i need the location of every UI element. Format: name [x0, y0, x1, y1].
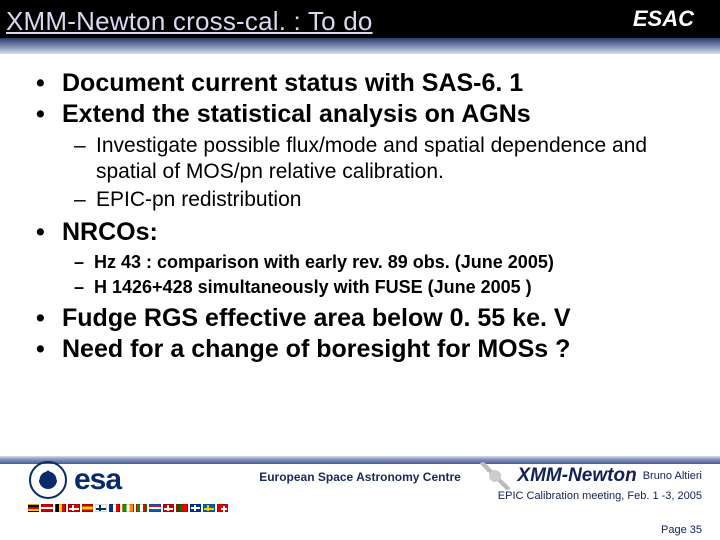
flag-icon [136, 504, 147, 512]
flag-icon [149, 504, 160, 512]
subbullet-hz43: Hz 43 : comparison with early rev. 89 ob… [74, 251, 694, 274]
bullet-boresight: Need for a change of boresight for MOSs … [36, 334, 694, 365]
flag-icon [217, 504, 228, 512]
mission-block: XMM-Newton Bruno Altieri EPIC Calibratio… [479, 462, 702, 502]
flag-icon [41, 504, 52, 512]
satellite-icon [479, 462, 511, 490]
flag-icon [109, 504, 120, 512]
flag-icon [163, 504, 174, 512]
esa-roundel-icon [28, 460, 68, 500]
mission-name: XMM-Newton [517, 465, 636, 487]
slide-title: XMM-Newton cross-cal. : To do [6, 6, 373, 37]
flag-icon [68, 504, 79, 512]
flag-icon [176, 504, 187, 512]
esa-block: esa [28, 460, 228, 512]
bullet-status: Document current status with SAS-6. 1 [36, 68, 694, 99]
esa-logo: esa [28, 460, 228, 500]
flag-row [28, 504, 228, 512]
slide-content: Document current status with SAS-6. 1 Ex… [0, 54, 720, 365]
bullet-agn: Extend the statistical analysis on AGNs [36, 99, 694, 130]
flag-icon [190, 504, 201, 512]
page-number: Page 35 [661, 524, 702, 536]
flag-icon [82, 504, 93, 512]
flag-icon [122, 504, 133, 512]
esac-badge: ESAC [633, 6, 694, 32]
subbullet-epic-pn: EPIC-pn redistribution [74, 187, 694, 213]
footer: esa European Space Astronomy Centre XMM-… [0, 456, 720, 540]
flag-icon [95, 504, 106, 512]
subbullet-flux-mode: Investigate possible flux/mode and spati… [74, 133, 694, 186]
esa-wordmark: esa [74, 463, 121, 497]
flag-icon [28, 504, 39, 512]
bullet-nrcos: NRCOs: [36, 217, 694, 248]
flag-icon [203, 504, 214, 512]
centre-label: European Space Astronomy Centre [259, 470, 461, 484]
title-bar: XMM-Newton cross-cal. : To do ESAC [0, 0, 720, 54]
bullet-rgs: Fudge RGS effective area below 0. 55 ke.… [36, 303, 694, 334]
flag-icon [55, 504, 66, 512]
meeting-label: EPIC Calibration meeting, Feb. 1 -3, 200… [479, 490, 702, 502]
author-label: Bruno Altieri [643, 470, 702, 482]
subbullet-h1426: H 1426+428 simultaneously with FUSE (Jun… [74, 276, 694, 299]
